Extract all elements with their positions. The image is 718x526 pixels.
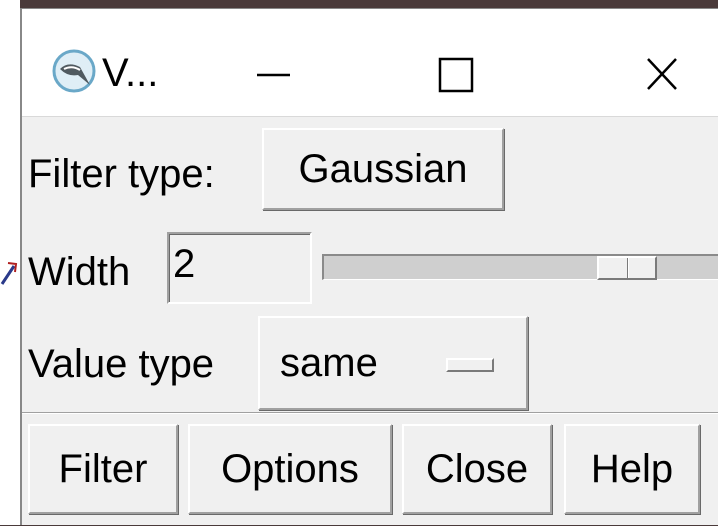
- options-button[interactable]: Options: [188, 424, 392, 514]
- value-type-menubutton[interactable]: same: [258, 316, 528, 410]
- arrow-pointer-icon: [0, 262, 18, 285]
- value-type-label: Value type: [28, 342, 215, 386]
- app-icon: [52, 49, 96, 93]
- filter-button[interactable]: Filter: [28, 424, 178, 514]
- help-button[interactable]: Help: [564, 424, 700, 514]
- option-menu-indicator-icon: [446, 358, 494, 372]
- value-type-selected: same: [280, 341, 378, 385]
- window-title: V...: [102, 51, 159, 95]
- width-slider[interactable]: [322, 254, 718, 280]
- filter-type-label: Filter type:: [28, 152, 215, 196]
- button-row-separator: [22, 412, 718, 414]
- width-label: Width: [28, 250, 131, 294]
- dialog-content: Filter type: Gaussian Width 2 Value type…: [22, 116, 718, 526]
- close-button[interactable]: Close: [402, 424, 552, 514]
- maximize-icon[interactable]: [407, 29, 507, 119]
- title-bar[interactable]: V...: [22, 9, 718, 117]
- filter-dialog-window: V... Filter type: Gaussian Width 2 Value…: [20, 8, 718, 525]
- close-icon[interactable]: [612, 29, 712, 119]
- width-value-field[interactable]: 2: [167, 232, 312, 304]
- minimize-icon[interactable]: [222, 29, 322, 119]
- filter-type-menubutton[interactable]: Gaussian: [262, 128, 504, 210]
- width-slider-thumb[interactable]: [597, 256, 657, 280]
